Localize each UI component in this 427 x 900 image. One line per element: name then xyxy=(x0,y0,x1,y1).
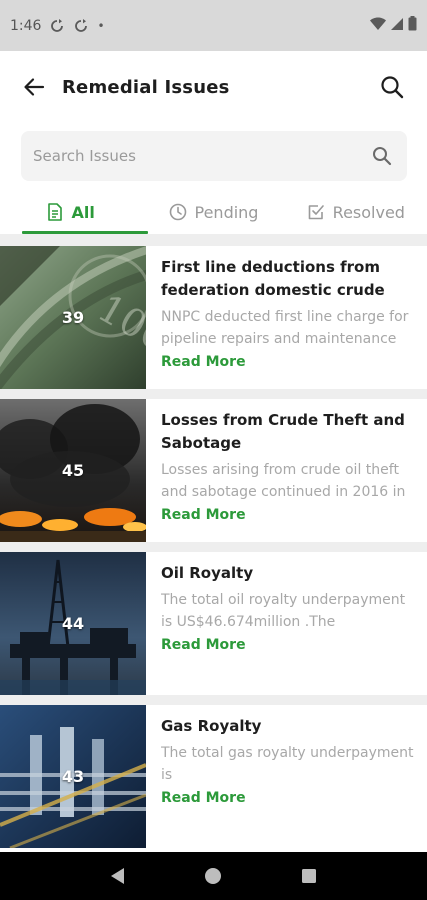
search-icon[interactable] xyxy=(371,145,393,167)
system-nav-bar xyxy=(0,852,427,900)
triangle-back-icon xyxy=(110,868,124,884)
nav-recents-button[interactable] xyxy=(295,862,323,890)
issues-list: 100 39 First line deductions from federa… xyxy=(0,246,427,848)
issue-count: 44 xyxy=(61,614,85,633)
tab-label: Pending xyxy=(194,202,259,222)
oil-rig-image: 44 xyxy=(0,552,146,695)
nav-home-button[interactable] xyxy=(199,862,227,890)
search-input[interactable] xyxy=(33,147,371,165)
sync-icon xyxy=(73,18,89,34)
square-recents-icon xyxy=(302,869,317,883)
tab-all[interactable]: All xyxy=(0,188,142,236)
tab-label: All xyxy=(71,202,95,222)
arrow-left-icon xyxy=(24,78,45,96)
search-button[interactable] xyxy=(377,72,407,102)
issue-description: The total gas royalty underpayment is xyxy=(161,745,414,783)
issue-count: 39 xyxy=(61,308,85,327)
circle-home-icon xyxy=(205,868,222,884)
divider xyxy=(0,389,427,399)
nav-back-button[interactable] xyxy=(104,862,132,890)
tab-label: Resolved xyxy=(332,202,405,222)
divider xyxy=(0,695,427,705)
issue-description: The total oil royalty underpayment is US… xyxy=(161,592,406,630)
read-more-link[interactable]: Read More xyxy=(161,790,246,806)
issue-count: 43 xyxy=(61,767,85,786)
sync-icon xyxy=(49,18,65,34)
tab-resolved[interactable]: Resolved xyxy=(285,188,427,236)
tab-bar: All Pending Resolved xyxy=(0,188,427,236)
divider xyxy=(0,234,427,246)
tab-pending[interactable]: Pending xyxy=(142,188,284,236)
document-icon xyxy=(48,203,63,221)
list-item[interactable]: 44 Oil Royalty The total oil royalty und… xyxy=(0,552,427,695)
read-more-link[interactable]: Read More xyxy=(161,354,246,370)
signal-icon xyxy=(390,17,404,35)
list-item[interactable]: 45 Losses from Crude Theft and Sabotage … xyxy=(0,399,427,542)
issue-title: First line deductions from federation do… xyxy=(161,258,385,299)
status-bar: 1:46 • xyxy=(0,0,427,51)
issue-description: Losses arising from crude oil theft and … xyxy=(161,462,406,500)
issue-title: Losses from Crude Theft and Sabotage xyxy=(161,411,405,452)
money-image: 100 39 xyxy=(0,246,146,389)
search-icon xyxy=(381,76,404,99)
status-time: 1:46 xyxy=(10,17,42,34)
search-box xyxy=(21,131,407,181)
list-item[interactable]: 43 Gas Royalty The total gas royalty und… xyxy=(0,705,427,848)
status-dot: • xyxy=(97,18,105,33)
issue-title: Oil Royalty xyxy=(161,564,254,582)
issue-description: NNPC deducted first line charge for pipe… xyxy=(161,309,409,347)
issue-title: Gas Royalty xyxy=(161,717,262,735)
wifi-icon xyxy=(370,17,386,35)
back-button[interactable] xyxy=(20,73,48,101)
read-more-link[interactable]: Read More xyxy=(161,637,246,653)
battery-icon xyxy=(408,16,417,35)
page-title: Remedial Issues xyxy=(62,76,230,98)
list-item[interactable]: 100 39 First line deductions from federa… xyxy=(0,246,427,389)
clock-icon xyxy=(169,203,186,221)
app-bar: Remedial Issues xyxy=(0,51,427,123)
fire-smoke-image: 45 xyxy=(0,399,146,542)
divider xyxy=(0,542,427,552)
read-more-link[interactable]: Read More xyxy=(161,507,246,523)
issue-count: 45 xyxy=(61,461,85,480)
checkbox-icon xyxy=(308,205,324,220)
gas-plant-image: 43 xyxy=(0,705,146,848)
